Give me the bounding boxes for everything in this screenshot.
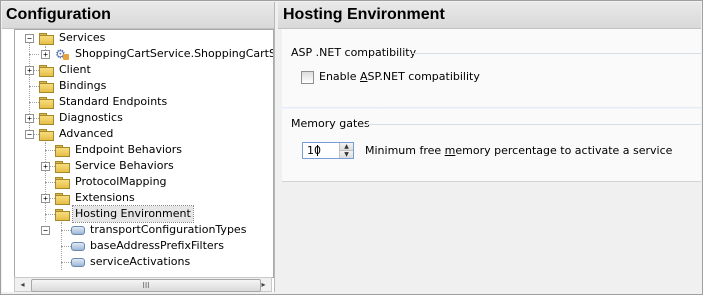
tree-item-shoppingcartservice[interactable]: ShoppingCartService.ShoppingCartServi <box>55 46 273 62</box>
collapse-advanced-icon[interactable]: − <box>25 130 34 139</box>
minimum-free-memory-stepper[interactable]: 10 ▲ ▼ <box>302 142 354 159</box>
tree-item-service-behaviors[interactable]: Service Behaviors <box>55 158 176 174</box>
folder-icon <box>55 144 70 157</box>
memory-value[interactable]: 10 <box>307 144 321 157</box>
tree-item-baseaddressprefixfilters[interactable]: baseAddressPrefixFilters <box>71 238 226 254</box>
enable-aspnet-compatibility-label[interactable]: Enable ASP.NET compatibility <box>319 70 480 83</box>
open-folder-icon <box>55 208 70 221</box>
configuration-title: Configuration <box>2 2 274 29</box>
stepper-buttons: ▲ ▼ <box>339 143 353 158</box>
aspnet-group-title: ASP .NET compatibility <box>291 46 417 59</box>
text-caret <box>317 145 318 156</box>
tree-item-transportconfigurationtypes[interactable]: transportConfigurationTypes <box>71 222 248 238</box>
tree-item-diagnostics[interactable]: Diagnostics <box>39 110 125 126</box>
expand-extensions-icon[interactable]: + <box>41 194 50 203</box>
aspnet-group-divider <box>412 53 701 54</box>
collection-icon <box>71 241 85 251</box>
tree-item-client[interactable]: Client <box>39 62 93 78</box>
folder-icon <box>39 112 54 125</box>
scroll-right-icon[interactable]: ▸ <box>256 278 271 291</box>
configuration-tree[interactable]: − + + + − + + − Services ShoppingCartSer… <box>14 29 274 278</box>
expand-diagnostics-icon[interactable]: + <box>25 114 34 123</box>
collection-icon <box>71 225 85 235</box>
tree-item-services[interactable]: Services <box>39 30 107 46</box>
folder-icon <box>55 192 70 205</box>
service-gear-icon <box>55 46 70 62</box>
memory-gates-group-title: Memory gates <box>291 117 370 130</box>
hosting-environment-pane: Hosting Environment ASP .NET compatibili… <box>278 2 701 292</box>
tree-item-serviceactivations[interactable]: serviceActivations <box>71 254 192 270</box>
folder-icon <box>55 160 70 173</box>
tree-item-bindings[interactable]: Bindings <box>39 78 108 94</box>
collection-icon <box>71 257 85 267</box>
scrollbar-thumb[interactable]: III <box>31 279 261 292</box>
tree-item-advanced[interactable]: Advanced <box>39 126 115 142</box>
folder-icon <box>55 176 70 189</box>
tree-item-standard-endpoints[interactable]: Standard Endpoints <box>39 94 169 110</box>
tree-item-extensions[interactable]: Extensions <box>55 190 137 206</box>
tree-item-protocolmapping[interactable]: ProtocolMapping <box>55 174 169 190</box>
stepper-down-icon[interactable]: ▼ <box>340 151 353 158</box>
folder-icon <box>39 80 54 93</box>
folder-icon <box>39 32 54 45</box>
folder-icon <box>39 96 54 109</box>
expand-client-icon[interactable]: + <box>25 66 34 75</box>
memory-gates-group-divider <box>366 124 701 125</box>
tree-horizontal-scrollbar[interactable]: ◂ III ▸ <box>14 277 272 292</box>
minimum-free-memory-label: Minimum free memory percentage to activa… <box>365 144 673 157</box>
tree-item-endpoint-behaviors[interactable]: Endpoint Behaviors <box>55 142 184 158</box>
scroll-left-icon[interactable]: ◂ <box>15 278 30 291</box>
stepper-up-icon[interactable]: ▲ <box>340 143 353 151</box>
folder-icon <box>39 64 54 77</box>
hosting-environment-content: ASP .NET compatibility Enable ASP.NET co… <box>282 29 701 182</box>
tree-item-hosting-environment[interactable]: Hosting Environment <box>55 205 194 223</box>
collapse-services-icon[interactable]: − <box>25 34 34 43</box>
section-divider <box>282 107 701 109</box>
collapse-hosting-environment-icon[interactable]: − <box>41 226 50 235</box>
expand-service-behaviors-icon[interactable]: + <box>41 162 50 171</box>
enable-aspnet-compatibility-checkbox[interactable] <box>301 71 314 84</box>
expand-shoppingcartservice-icon[interactable]: + <box>41 50 50 59</box>
hosting-environment-title: Hosting Environment <box>278 2 701 29</box>
open-folder-icon <box>39 128 54 141</box>
